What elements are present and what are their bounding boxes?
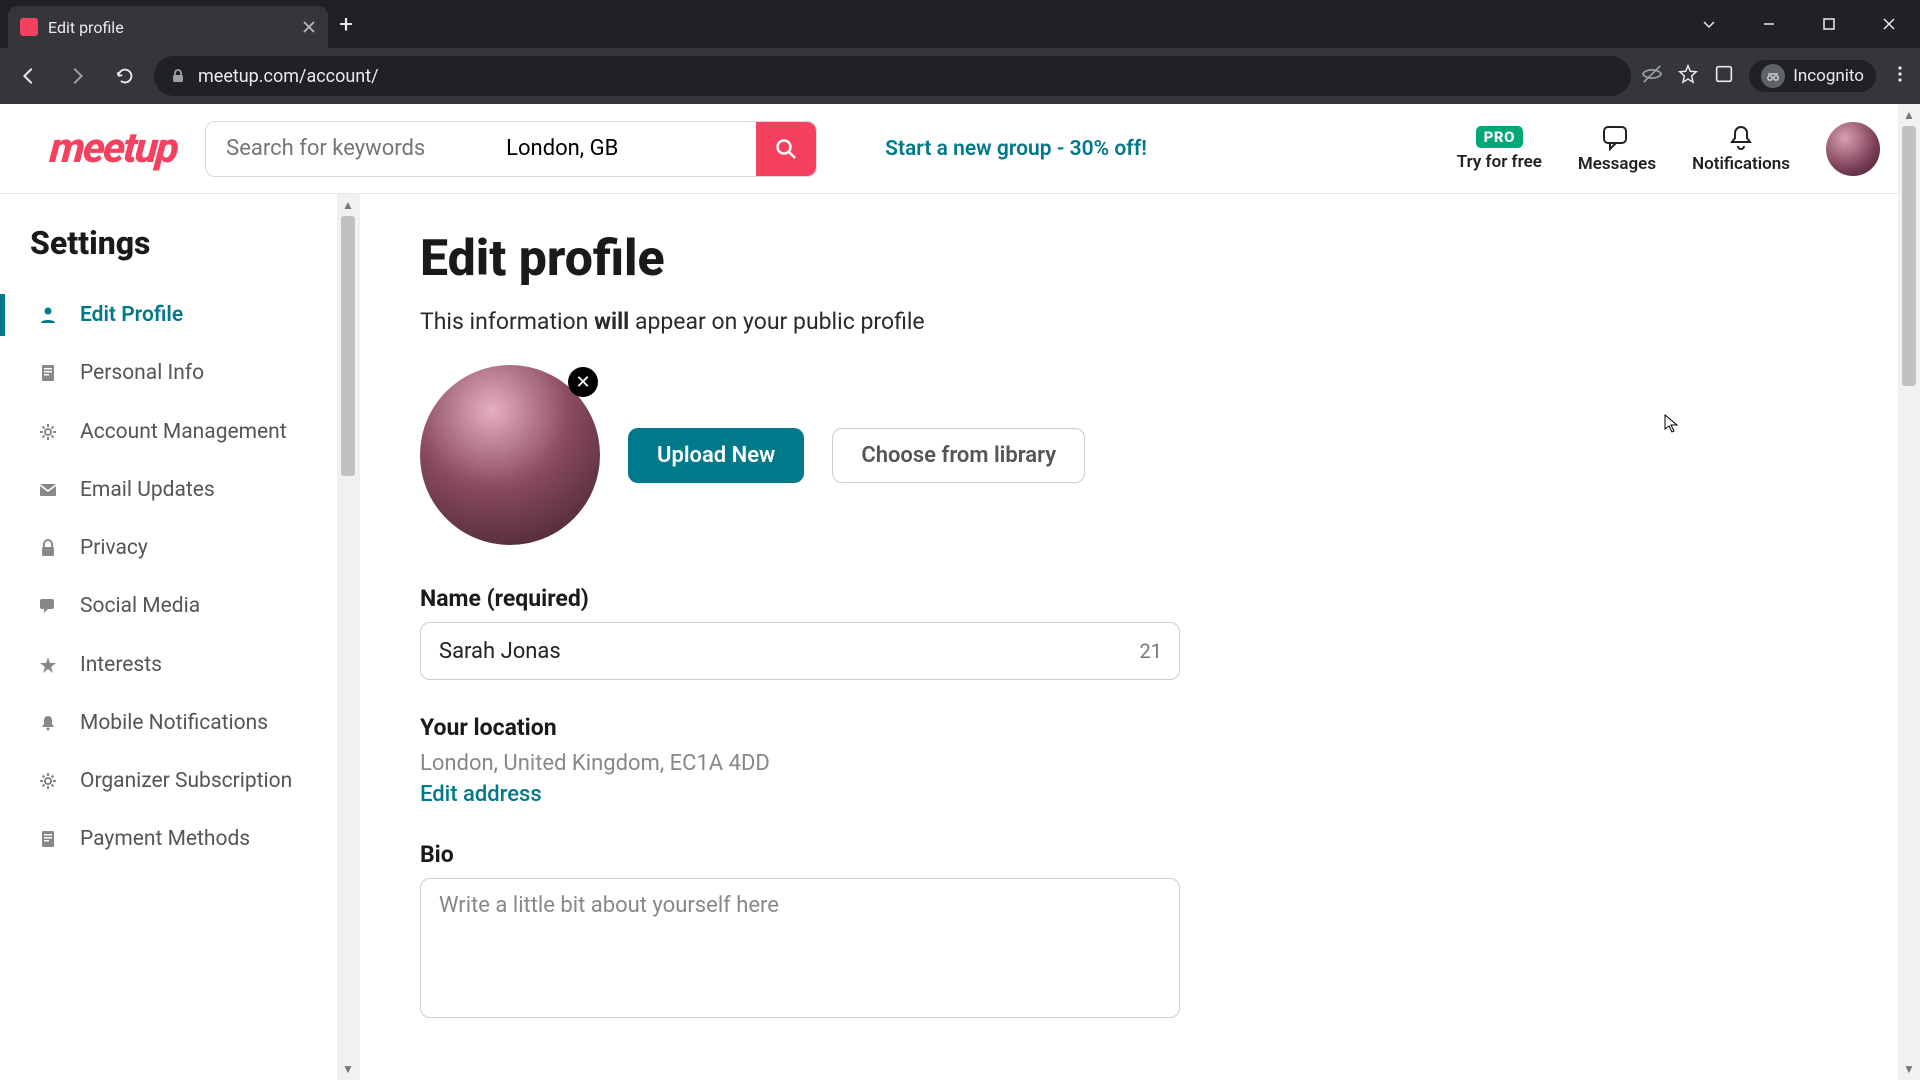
sidebar-item-organizer-subscription[interactable]: Organizer Subscription — [30, 752, 307, 810]
sidebar-item-label: Organizer Subscription — [80, 768, 299, 794]
name-input[interactable] — [420, 622, 1180, 680]
profile-avatar[interactable] — [1826, 122, 1880, 176]
profile-photo-wrapper: ✕ — [420, 365, 600, 545]
star-icon — [38, 655, 60, 675]
scroll-up-arrow-icon[interactable]: ▲ — [342, 194, 354, 216]
url-field[interactable]: meetup.com/account/ — [154, 56, 1631, 96]
try-free-label: Try for free — [1457, 152, 1542, 172]
browser-tab-bar: Edit profile + — [0, 0, 1920, 48]
sidebar-item-edit-profile[interactable]: Edit Profile — [30, 286, 307, 344]
bell-icon — [38, 713, 60, 733]
bookmark-star-icon[interactable] — [1677, 63, 1699, 89]
browser-menu-icon[interactable] — [1890, 64, 1910, 88]
try-pro-link[interactable]: PRO Try for free — [1457, 126, 1542, 172]
sidebar-item-label: Payment Methods — [80, 826, 299, 852]
search-keywords-input[interactable] — [206, 122, 486, 176]
mail-icon — [38, 480, 60, 500]
eye-off-icon[interactable] — [1641, 63, 1663, 89]
new-tab-button[interactable]: + — [328, 10, 364, 38]
window-minimize-icon[interactable] — [1740, 4, 1798, 44]
extensions-icon[interactable] — [1713, 63, 1735, 89]
search-form — [205, 121, 817, 177]
browser-tab[interactable]: Edit profile — [8, 6, 328, 48]
settings-sidebar: Settings Edit Profile Personal Info Acco… — [0, 194, 337, 889]
scroll-down-arrow-icon[interactable]: ▼ — [1903, 1058, 1915, 1080]
close-tab-icon[interactable] — [302, 20, 316, 34]
sidebar-item-label: Personal Info — [80, 360, 299, 386]
url-text: meetup.com/account/ — [198, 66, 379, 87]
site-header: meetup Start a new group - 30% off! PRO … — [0, 104, 1920, 194]
incognito-label: Incognito — [1793, 66, 1864, 86]
gear-icon — [38, 422, 60, 442]
bio-textarea[interactable] — [420, 878, 1180, 1018]
edit-address-link[interactable]: Edit address — [420, 782, 542, 807]
remove-photo-icon[interactable]: ✕ — [568, 367, 598, 397]
lock-icon — [38, 538, 60, 558]
name-char-counter: 21 — [1140, 639, 1162, 663]
pro-badge: PRO — [1476, 126, 1523, 148]
sidebar-heading: Settings — [30, 224, 307, 262]
main-content: Edit profile This information will appea… — [360, 194, 1920, 1080]
notifications-link[interactable]: Notifications — [1692, 124, 1790, 174]
sidebar-item-label: Privacy — [80, 535, 299, 561]
sidebar-item-privacy[interactable]: Privacy — [30, 519, 307, 577]
bell-icon — [1728, 124, 1754, 152]
lock-icon — [170, 68, 186, 84]
chat-icon — [38, 596, 60, 616]
incognito-indicator[interactable]: Incognito — [1749, 60, 1876, 92]
sidebar-item-interests[interactable]: Interests — [30, 636, 307, 694]
document-icon — [38, 363, 60, 383]
sidebar-item-label: Mobile Notifications — [80, 710, 299, 736]
sidebar-scrollbar[interactable]: ▲ ▼ — [337, 194, 359, 1080]
meetup-logo[interactable]: meetup — [48, 124, 179, 173]
choose-from-library-button[interactable]: Choose from library — [832, 428, 1085, 483]
search-location-input[interactable] — [486, 122, 756, 176]
scroll-down-arrow-icon[interactable]: ▼ — [342, 1058, 354, 1080]
page-scrollbar[interactable]: ▲ ▼ — [1898, 104, 1920, 1080]
sidebar-item-label: Interests — [80, 652, 299, 678]
scrollbar-thumb[interactable] — [341, 216, 355, 476]
page-title: Edit profile — [420, 230, 1860, 288]
document-icon — [38, 829, 60, 849]
messages-label: Messages — [1578, 154, 1656, 174]
incognito-icon — [1761, 64, 1785, 88]
sidebar-item-label: Edit Profile — [80, 302, 299, 328]
sidebar-item-personal-info[interactable]: Personal Info — [30, 344, 307, 402]
scroll-up-arrow-icon[interactable]: ▲ — [1903, 104, 1915, 126]
messages-icon — [1602, 124, 1632, 152]
location-label: Your location — [420, 714, 1860, 741]
notifications-label: Notifications — [1692, 154, 1790, 174]
sidebar-item-email-updates[interactable]: Email Updates — [30, 461, 307, 519]
person-icon — [38, 305, 60, 325]
upload-new-button[interactable]: Upload New — [628, 428, 804, 483]
window-maximize-icon[interactable] — [1800, 4, 1858, 44]
sidebar-item-label: Account Management — [80, 419, 299, 445]
browser-address-bar: meetup.com/account/ Incognito — [0, 48, 1920, 104]
nav-reload-icon[interactable] — [106, 57, 144, 95]
tab-favicon — [20, 18, 38, 36]
search-icon — [774, 137, 798, 161]
tab-title: Edit profile — [48, 18, 292, 37]
sidebar-item-label: Social Media — [80, 593, 299, 619]
sidebar-item-mobile-notifications[interactable]: Mobile Notifications — [30, 694, 307, 752]
nav-back-icon[interactable] — [10, 57, 48, 95]
sidebar-item-social-media[interactable]: Social Media — [30, 577, 307, 635]
page-subtitle: This information will appear on your pub… — [420, 308, 1860, 335]
window-close-icon[interactable] — [1860, 4, 1918, 44]
bio-label: Bio — [420, 841, 1860, 868]
sidebar-item-account-management[interactable]: Account Management — [30, 403, 307, 461]
gear-icon — [38, 771, 60, 791]
scrollbar-thumb[interactable] — [1902, 126, 1916, 386]
location-value: London, United Kingdom, EC1A 4DD — [420, 751, 1860, 776]
nav-forward-icon — [58, 57, 96, 95]
sidebar-item-label: Email Updates — [80, 477, 299, 503]
name-label: Name (required) — [420, 585, 1860, 612]
messages-link[interactable]: Messages — [1578, 124, 1656, 174]
tab-search-icon[interactable] — [1680, 4, 1738, 44]
search-button[interactable] — [756, 121, 816, 177]
sidebar-item-payment-methods[interactable]: Payment Methods — [30, 810, 307, 868]
start-group-promo-link[interactable]: Start a new group - 30% off! — [885, 137, 1147, 161]
